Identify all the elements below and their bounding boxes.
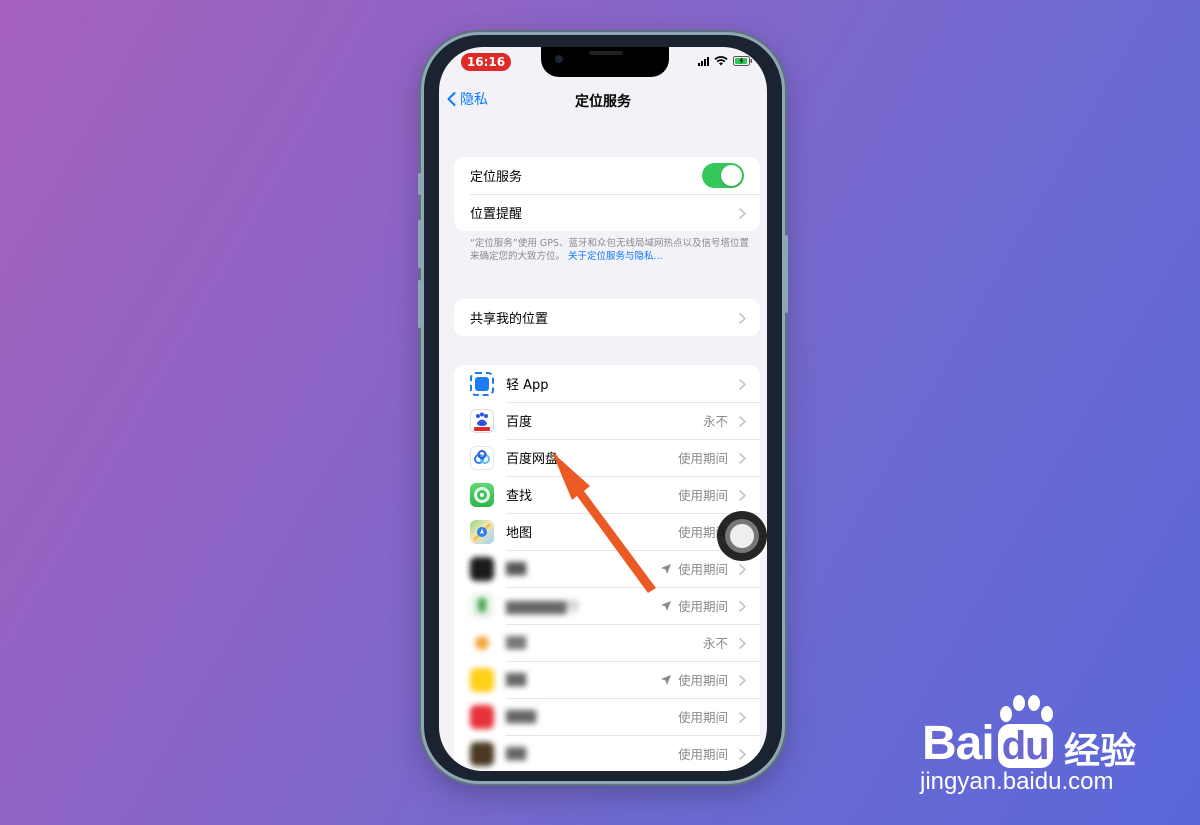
maps-icon: [470, 519, 494, 544]
app-permission-status: 使用期间: [677, 747, 728, 762]
location-arrow-icon: [660, 600, 671, 611]
app-permission-status: 使用期间: [677, 451, 728, 466]
speaker: [589, 51, 623, 55]
location-alerts-label: 位置提醒: [470, 207, 523, 222]
power-button: [785, 235, 788, 313]
app-row[interactable]: 轻 App: [454, 365, 760, 402]
share-location-group: 共享我的位置: [454, 299, 760, 336]
battery-charging-icon: [733, 56, 753, 66]
chevron-right-icon: [739, 711, 746, 723]
share-my-location-label: 共享我的位置: [470, 312, 549, 327]
status-time: 16:16: [461, 53, 511, 71]
cellular-signal-icon: [698, 56, 709, 66]
tiktok-icon: [470, 556, 494, 581]
volume-up-button: [418, 220, 421, 268]
privacy-link[interactable]: 关于定位服务与隐私...: [568, 251, 663, 262]
find-my-icon: [470, 482, 494, 507]
watermark-logo: Bai du: [922, 716, 1053, 771]
location-alerts-row[interactable]: 位置提醒: [454, 194, 760, 231]
silent-switch: [418, 173, 421, 195]
chevron-right-icon: [739, 674, 746, 686]
app-row[interactable]: 百度 永不: [454, 402, 760, 439]
app-permission-status-label: 使用期间: [677, 562, 728, 577]
app-permission-status: 使用期间: [660, 596, 728, 615]
baidu-icon: [470, 408, 494, 433]
navigation-bar: 隐私 定位服务: [439, 87, 767, 115]
wifi-icon: [714, 56, 728, 66]
app-row[interactable]: 地图 使用期间: [454, 513, 760, 550]
app-permission-status-label: 使用期间: [677, 599, 728, 614]
baidu-jingyan-watermark: Bai du 经验 jingyan.baidu.com: [918, 694, 1178, 804]
app-orange-icon: [470, 630, 494, 655]
chevron-right-icon: [739, 637, 746, 649]
location-services-label: 定位服务: [470, 170, 523, 185]
app-permission-status: 使用期间: [660, 670, 728, 689]
chevron-right-icon: [739, 415, 746, 427]
chevron-right-icon: [739, 600, 746, 612]
front-camera-icon: [555, 55, 563, 63]
phone-frame: 16:16 隐私 定位服务 定位服务 位置提醒 “定位服务”使用 GPS、蓝牙和…: [418, 32, 788, 784]
app-row[interactable]: 百度网盘 使用期间: [454, 439, 760, 476]
location-arrow-icon: [660, 674, 671, 685]
app-permission-status: 永不: [702, 636, 728, 651]
app-row[interactable]: ▇▇ 永不: [454, 624, 760, 661]
notch: [541, 47, 669, 77]
chevron-right-icon: [739, 489, 746, 501]
chevron-right-icon: [739, 207, 746, 219]
app-permission-status: 永不: [702, 414, 728, 429]
phone-screen: 16:16 隐私 定位服务 定位服务 位置提醒 “定位服务”使用 GPS、蓝牙和…: [439, 47, 767, 771]
chevron-right-icon: [739, 312, 746, 324]
app-row[interactable]: ▇▇ 使用期间: [454, 661, 760, 698]
light-app-icon: [470, 371, 494, 396]
location-services-footnote: “定位服务”使用 GPS、蓝牙和众包无线局域网热点以及信号塔位置来确定您的大致方…: [470, 237, 750, 263]
page-title: 定位服务: [575, 94, 631, 110]
status-icons: [698, 56, 753, 66]
app-row[interactable]: ▇▇ 使用期间: [454, 735, 760, 771]
chevron-right-icon: [739, 378, 746, 390]
app-permission-status: 使用期间: [677, 488, 728, 503]
watermark-url: jingyan.baidu.com: [920, 768, 1114, 795]
pinduoduo-icon: [470, 704, 494, 729]
meituan-icon: [470, 667, 494, 692]
watermark-chinese: 经验: [1064, 731, 1137, 772]
location-services-row: 定位服务: [454, 157, 760, 194]
baidu-netdisk-icon: [470, 445, 494, 470]
app-permission-status: 使用期间: [677, 710, 728, 725]
chevron-right-icon: [739, 748, 746, 760]
app-permission-status: 使用期间: [660, 559, 728, 578]
app-permission-status-label: 使用期间: [677, 673, 728, 688]
app-row[interactable]: ▇▇▇ 使用期间: [454, 698, 760, 735]
app-brown-icon: [470, 741, 494, 766]
chevron-right-icon: [739, 452, 746, 464]
app-row[interactable]: ▇▇ 使用期间: [454, 550, 760, 587]
location-services-group: 定位服务 位置提醒: [454, 157, 760, 231]
bank-icon: [470, 593, 494, 618]
app-name: 轻 App: [506, 378, 549, 393]
app-row[interactable]: 查找 使用期间: [454, 476, 760, 513]
app-row[interactable]: ▇▇▇▇▇▇行 使用期间: [454, 587, 760, 624]
assistive-touch-button[interactable]: [717, 511, 767, 561]
location-arrow-icon: [660, 563, 671, 574]
chevron-right-icon: [739, 563, 746, 575]
apps-list: 轻 App 百度 永不 百度网盘 使用期间 查找 使用期间 地图 使用期间 ▇▇…: [454, 365, 760, 771]
volume-down-button: [418, 280, 421, 328]
share-my-location-row[interactable]: 共享我的位置: [454, 299, 760, 336]
location-services-toggle[interactable]: [702, 163, 744, 188]
